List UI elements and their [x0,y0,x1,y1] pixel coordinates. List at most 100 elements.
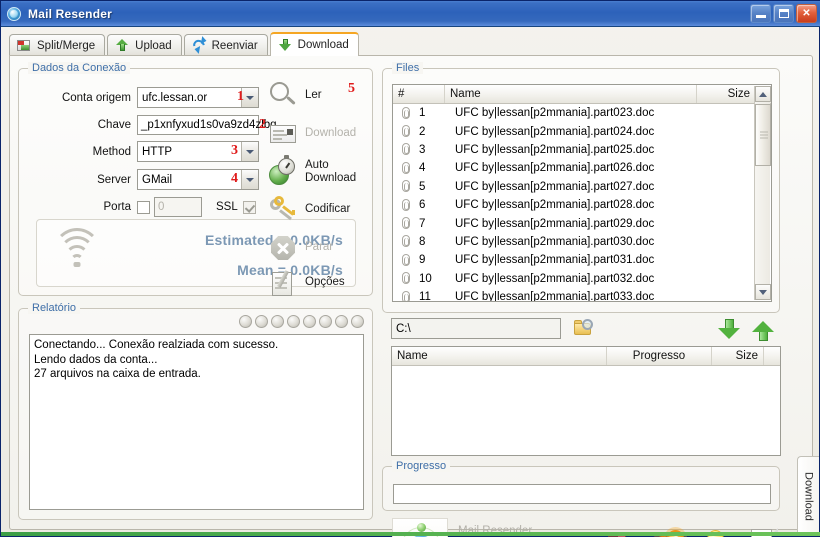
minimize-button[interactable] [750,4,771,23]
file-number: 2 [419,125,426,138]
report-dot [351,315,364,328]
table-row[interactable]: 11UFC by|lessan[p2mmania].part033.doc? [393,288,771,302]
scroll-up-button[interactable] [755,86,771,102]
table-row[interactable]: 3UFC by|lessan[p2mmania].part025.doc? [393,141,771,159]
column-header-name[interactable]: Name [392,347,607,365]
ler-label: Ler [305,89,322,102]
report-dot [287,315,300,328]
auto-download-label-line1: Auto [305,158,329,171]
files-list[interactable]: # Name Size 1 UFC by|lessan[p2mmania].par… [392,84,772,302]
report-dot [239,315,252,328]
table-row[interactable]: 5UFC by|lessan[p2mmania].part027.doc? [393,178,771,196]
download-label: Download [305,127,357,140]
annotation-4: 4 [231,171,238,186]
report-dot [255,315,268,328]
green-up-arrow-icon [115,38,130,53]
report-log-line: Conectando... Conexão realziada com suce… [34,339,279,351]
downloads-list[interactable]: Name Progresso Size [391,346,781,456]
codificar-button[interactable]: Codificar [268,192,380,228]
scrollbar-thumb[interactable] [755,104,771,166]
file-number: 1 [419,107,426,120]
file-number: 4 [419,162,426,175]
column-header-progresso[interactable]: Progresso [607,347,712,365]
table-row[interactable]: 8UFC by|lessan[p2mmania].part030.doc? [393,233,771,251]
table-row[interactable]: 7UFC by|lessan[p2mmania].part029.doc? [393,214,771,232]
files-scrollbar[interactable] [754,86,771,300]
method-label: Method [92,145,131,158]
file-name: UFC by|lessan[p2mmania].part028.doc [455,199,655,212]
opcoes-button[interactable]: Opções [268,265,380,301]
close-button[interactable]: ✕ [796,4,817,23]
group-legend: Relatório [28,302,81,314]
chave-input[interactable]: _p1xnfyxud1s0va9zd4zlbq [137,115,277,135]
ssl-checkbox[interactable] [242,200,256,214]
file-name: UFC by|lessan[p2mmania].part029.doc [455,217,655,230]
file-number: 3 [419,143,426,156]
tab-content-download: Dados da Conexão Conta origem ufc.lessan… [9,55,813,537]
table-row[interactable]: 4UFC by|lessan[p2mmania].part026.doc? [393,159,771,177]
table-row[interactable]: 10UFC by|lessan[p2mmania].part032.doc? [393,270,771,288]
annotation-5: 5 [348,81,355,96]
column-header-num[interactable]: # [393,85,445,103]
tab-label: Reenviar [211,39,258,52]
report-dot [319,315,332,328]
server-label: Server [97,173,131,186]
tab-reenviar[interactable]: Reenviar [183,34,268,56]
column-header-size[interactable]: Size [697,85,755,103]
table-row[interactable]: 9UFC by|lessan[p2mmania].part031.doc? [393,251,771,269]
ssl-label: SSL [216,201,238,213]
file-name: UFC by|lessan[p2mmania].part026.doc [455,162,655,175]
keys-icon [268,195,298,225]
progress-group: Progresso [382,460,780,511]
paperclip-icon [393,217,419,230]
report-progress-dots [239,315,364,328]
paperclip-icon [393,290,419,301]
tab-download[interactable]: Download [269,32,359,56]
side-tab-download[interactable]: Download [797,456,819,536]
report-log-textarea[interactable]: Conectando... Conexão realziada com suce… [29,334,364,510]
file-name: UFC by|lessan[p2mmania].part033.doc [455,291,655,302]
column-header-size[interactable]: Size [712,347,764,365]
paperclip-icon [393,253,419,267]
title-bar: Mail Resender ✕ [1,1,820,27]
server-value: GMail [142,173,173,186]
server-combo[interactable]: GMail [137,169,259,190]
group-legend: Dados da Conexão [28,62,131,74]
file-name: UFC by|lessan[p2mmania].part030.doc [455,235,655,248]
opcoes-label: Opções [305,276,345,289]
table-row[interactable]: 6UFC by|lessan[p2mmania].part028.doc? [393,196,771,214]
ler-button[interactable]: Ler [268,78,380,114]
method-value: HTTP [142,145,173,158]
blue-refresh-icon [190,36,207,54]
move-down-button[interactable] [717,317,743,343]
conta-origem-label: Conta origem [61,91,131,104]
maximize-button[interactable] [773,4,794,23]
file-number: 11 [419,291,431,302]
auto-download-label-line2: Download [305,172,357,184]
scroll-down-button[interactable] [755,284,771,300]
table-row[interactable]: 1UFC by|lessan[p2mmania].part023.doc? [393,104,771,122]
auto-download-button[interactable]: Auto Download [268,154,380,190]
report-group: Relatório Conectando... Conexão realziad… [18,302,373,520]
file-name: UFC by|lessan[p2mmania].part032.doc [455,272,655,285]
move-up-button[interactable] [751,317,777,343]
download-button[interactable]: Download [268,116,380,152]
column-header-name[interactable]: Name [445,85,697,103]
green-down-arrow-icon [278,38,293,53]
annotation-3: 3 [231,143,238,158]
stopwatch-globe-icon [268,155,298,187]
table-row[interactable]: 2UFC by|lessan[p2mmania].part024.doc? [393,122,771,140]
method-combo[interactable]: HTTP [137,141,259,162]
chevron-down-icon[interactable] [241,142,258,161]
tab-split-merge[interactable]: Split/Merge [9,34,106,56]
porta-input[interactable]: 0 [154,197,202,217]
parar-button[interactable]: Parar [268,230,380,266]
annotation-1: 1 [237,89,244,104]
destination-path-row: C:\ [391,317,781,343]
folder-search-icon[interactable] [573,318,597,340]
tab-upload[interactable]: Upload [107,34,182,56]
main-tab-strip: Split/Merge Upload Reenviar Download [9,32,813,56]
porta-checkbox[interactable] [137,200,150,214]
destination-path-input[interactable]: C:\ [391,318,561,339]
chevron-down-icon[interactable] [241,170,258,189]
